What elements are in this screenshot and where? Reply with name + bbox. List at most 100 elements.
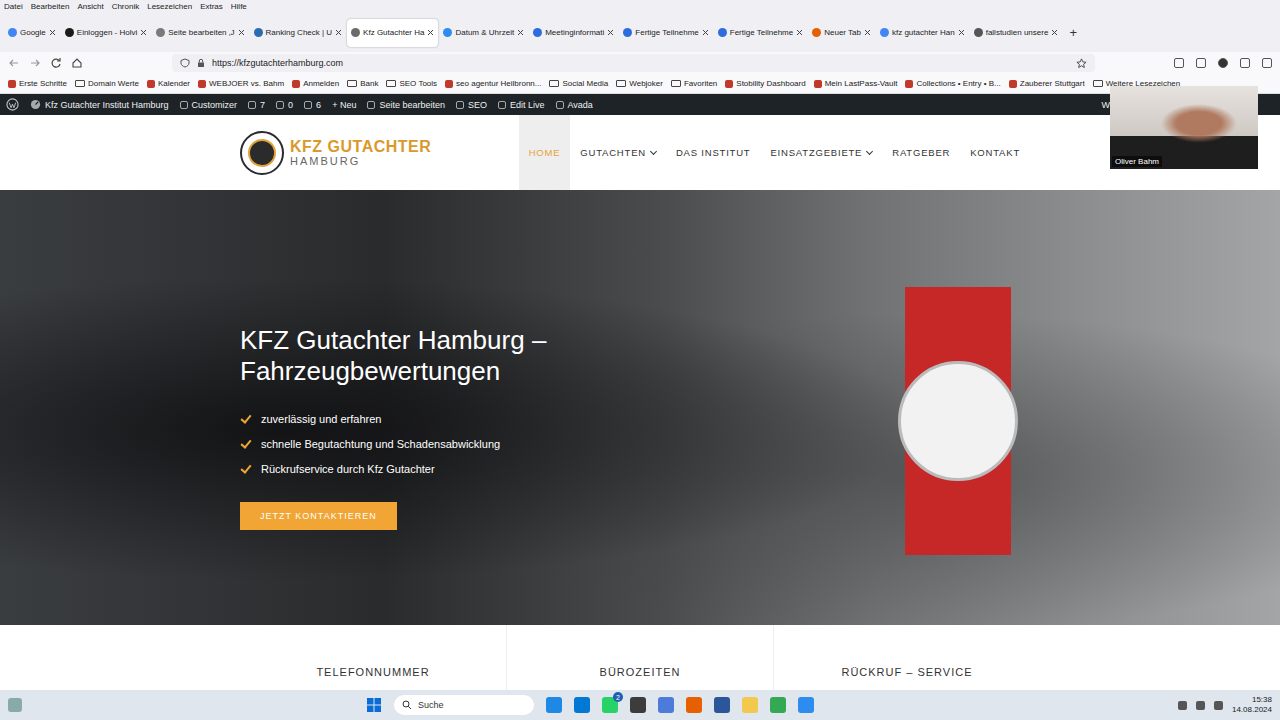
close-icon[interactable] bbox=[140, 29, 147, 36]
browser-tab[interactable]: Seite bearbeiten ‚J bbox=[152, 19, 248, 47]
back-arrow-icon[interactable] bbox=[8, 57, 20, 69]
url-field[interactable]: https://kfzgutachterhamburg.com bbox=[172, 54, 1095, 72]
bookmark[interactable]: Favoriten bbox=[671, 79, 717, 88]
bookmark[interactable]: Zauberer Stuttgart bbox=[1009, 79, 1085, 88]
admin-bar-item[interactable]: 6 bbox=[304, 100, 321, 110]
bookmark[interactable]: Webjoker bbox=[616, 79, 663, 88]
windows-start-icon[interactable] bbox=[366, 697, 382, 713]
menu-item[interactable]: Chronik bbox=[112, 2, 140, 11]
menu-item[interactable]: Bearbeiten bbox=[31, 2, 70, 11]
close-icon[interactable] bbox=[958, 29, 965, 36]
bookmark[interactable]: Kalender bbox=[147, 79, 190, 88]
browser-tab[interactable]: fallstudien unsere bbox=[970, 19, 1063, 47]
favicon-icon bbox=[8, 28, 17, 37]
browser-tab[interactable]: kfz gutachter Han bbox=[876, 19, 969, 47]
bookmark[interactable]: Anmelden bbox=[292, 79, 339, 88]
site-name-link[interactable]: Kfz Gutachter Institut Hamburg bbox=[30, 99, 169, 110]
site-logo[interactable]: KFZ GUTACHTERHAMBURG bbox=[240, 131, 431, 175]
forward-arrow-icon[interactable] bbox=[29, 57, 41, 69]
browser-tab[interactable]: Meetinginformati bbox=[529, 19, 618, 47]
folder-icon bbox=[347, 80, 357, 87]
taskbar-app-icon[interactable] bbox=[574, 697, 590, 713]
bookmark[interactable]: Social Media bbox=[549, 79, 608, 88]
contact-button[interactable]: JETZT KONTAKTIEREN bbox=[240, 502, 397, 530]
taskbar-app-icon[interactable] bbox=[658, 697, 674, 713]
taskbar-search[interactable]: Suche bbox=[394, 695, 534, 715]
nav-item[interactable]: KONTAKT bbox=[960, 115, 1030, 190]
admin-bar-item[interactable]: Seite bearbeiten bbox=[367, 100, 445, 110]
pocket-icon[interactable] bbox=[1174, 58, 1184, 68]
bookmark[interactable]: Domain Werte bbox=[75, 79, 139, 88]
nav-item[interactable]: HOME bbox=[519, 115, 571, 190]
battery-icon[interactable] bbox=[1214, 701, 1223, 710]
browser-tab[interactable]: Einloggen - Holvi bbox=[61, 19, 151, 47]
close-icon[interactable] bbox=[517, 29, 524, 36]
browser-tab[interactable]: Datum & Uhrzeit bbox=[439, 19, 528, 47]
taskbar-app-icon[interactable] bbox=[546, 697, 562, 713]
bookmark[interactable]: seo agentur Heilbronn... bbox=[445, 79, 541, 88]
bookmark[interactable]: Collections • Entry • B... bbox=[905, 79, 1000, 88]
bookmark[interactable]: Erste Schritte bbox=[8, 79, 67, 88]
bookmark-star-icon[interactable] bbox=[1076, 58, 1087, 69]
close-icon[interactable] bbox=[49, 29, 56, 36]
browser-tab[interactable]: Neuer Tab bbox=[808, 19, 875, 47]
download-icon[interactable] bbox=[1196, 58, 1206, 68]
admin-bar-item[interactable]: Avada bbox=[556, 100, 593, 110]
wordpress-icon[interactable] bbox=[6, 98, 19, 111]
menu-item[interactable]: Hilfe bbox=[231, 2, 247, 11]
reload-icon[interactable] bbox=[50, 57, 62, 69]
bookmark[interactable]: Bank bbox=[347, 79, 378, 88]
bookmark[interactable]: Mein LastPass-Vault bbox=[814, 79, 898, 88]
nav-item[interactable]: RATGEBER bbox=[882, 115, 960, 190]
bookmark[interactable]: SEO Tools bbox=[386, 79, 437, 88]
bookmark[interactable]: WEBJOER vs. Bahm bbox=[198, 79, 284, 88]
browser-tab[interactable]: Google bbox=[4, 19, 60, 47]
close-icon[interactable] bbox=[335, 29, 342, 36]
admin-bar-item[interactable]: 0 bbox=[276, 100, 293, 110]
widgets-icon[interactable] bbox=[8, 698, 22, 712]
browser-tab[interactable]: Fertige Teilnehme bbox=[714, 19, 807, 47]
menu-item[interactable]: Extras bbox=[200, 2, 223, 11]
browser-tab[interactable]: Ranking Check | U bbox=[250, 19, 347, 47]
extensions-icon[interactable] bbox=[1240, 58, 1250, 68]
menu-item[interactable]: Ansicht bbox=[77, 2, 103, 11]
nav-item[interactable]: DAS INSTITUT bbox=[666, 115, 761, 190]
close-icon[interactable] bbox=[427, 29, 434, 36]
close-icon[interactable] bbox=[864, 29, 871, 36]
admin-bar-item[interactable]: Edit Live bbox=[498, 100, 545, 110]
bookmark[interactable]: Stobility Dashboard bbox=[725, 79, 805, 88]
menu-item[interactable]: Datei bbox=[4, 2, 23, 11]
taskbar-app-icon[interactable] bbox=[714, 697, 730, 713]
browser-tab[interactable]: Kfz Gutachter Ha bbox=[347, 19, 438, 47]
account-icon[interactable] bbox=[1218, 58, 1228, 68]
taskbar-app-icon[interactable] bbox=[798, 697, 814, 713]
nav-item[interactable]: GUTACHTEN bbox=[570, 115, 666, 190]
taskbar-app-icon[interactable] bbox=[630, 697, 646, 713]
taskbar-app-icon[interactable] bbox=[770, 697, 786, 713]
admin-bar-item[interactable]: 7 bbox=[248, 100, 265, 110]
nav-item[interactable]: EINSATZGEBIETE bbox=[760, 115, 882, 190]
home-icon[interactable] bbox=[71, 57, 83, 69]
clock[interactable]: 15:3814.08.2024 bbox=[1232, 695, 1272, 714]
taskbar-app-icon[interactable] bbox=[686, 697, 702, 713]
hero-photo bbox=[0, 190, 1280, 625]
taskbar-app-icon[interactable] bbox=[742, 697, 758, 713]
browser-tab[interactable]: Fertige Teilnehme bbox=[619, 19, 712, 47]
admin-bar-item[interactable]: SEO bbox=[456, 100, 487, 110]
taskbar-app-icon[interactable]: 2 bbox=[602, 697, 618, 713]
menu-item[interactable]: Lesezeichen bbox=[147, 2, 192, 11]
new-tab-button[interactable]: + bbox=[1063, 25, 1083, 40]
close-icon[interactable] bbox=[238, 29, 245, 36]
close-icon[interactable] bbox=[796, 29, 803, 36]
wifi-icon[interactable] bbox=[1178, 701, 1187, 710]
menu-icon[interactable] bbox=[1262, 58, 1272, 68]
admin-bar-item[interactable]: Customizer bbox=[180, 100, 238, 110]
close-icon[interactable] bbox=[1051, 29, 1058, 36]
admin-bar-item[interactable]: + Neu bbox=[332, 100, 356, 110]
volume-icon[interactable] bbox=[1196, 701, 1205, 710]
close-icon[interactable] bbox=[702, 29, 709, 36]
close-icon[interactable] bbox=[607, 29, 614, 36]
video-call-window[interactable]: Oliver Bahm bbox=[1110, 86, 1258, 169]
admin-bar-account[interactable]: W bbox=[1102, 100, 1111, 110]
admin-item-icon bbox=[180, 101, 188, 109]
